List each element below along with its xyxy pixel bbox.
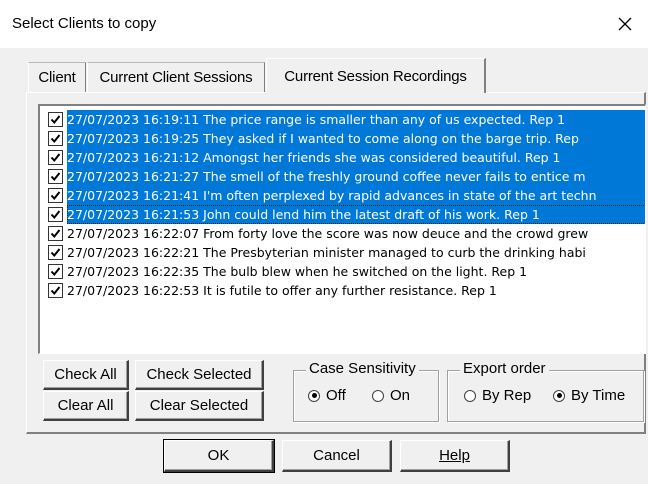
checkmark-icon xyxy=(50,286,61,296)
by-time-radio[interactable]: By Time xyxy=(553,387,625,404)
list-item[interactable]: 27/07/2023 16:22:53 It is futile to offe… xyxy=(48,281,645,300)
by-rep-radio-circle xyxy=(464,389,476,402)
cancel-button[interactable]: Cancel xyxy=(282,440,392,472)
list-item-text: 27/07/2023 16:19:25 They asked if I want… xyxy=(67,129,645,148)
list-item-text: 27/07/2023 16:19:11 The price range is s… xyxy=(67,110,645,129)
tab-client[interactable]: Client xyxy=(28,62,86,92)
checkmark-icon xyxy=(50,248,61,258)
case-off-radio-circle xyxy=(308,389,320,402)
case-off-label: Off xyxy=(326,387,346,404)
tab-current-session-recordings[interactable]: Current Session Recordings xyxy=(266,58,486,93)
checkbox[interactable] xyxy=(48,226,63,241)
case-off-radio[interactable]: Off xyxy=(308,387,346,404)
tab-current-client-sessions-label: Current Client Sessions xyxy=(99,69,253,86)
list-item[interactable]: 27/07/2023 16:21:41 I'm often perplexed … xyxy=(48,186,645,205)
tab-client-label: Client xyxy=(38,69,76,86)
list-item-text: 27/07/2023 16:22:07 From forty love the … xyxy=(67,226,589,241)
check-all-label: Check All xyxy=(54,366,117,383)
check-selected-button[interactable]: Check Selected xyxy=(135,360,264,390)
checkbox[interactable] xyxy=(48,131,63,146)
check-all-button[interactable]: Check All xyxy=(43,360,129,390)
clear-selected-label: Clear Selected xyxy=(149,397,249,414)
export-order-label: Export order xyxy=(460,360,549,377)
case-on-radio-circle xyxy=(372,389,384,402)
list-item-text: 27/07/2023 16:22:35 The bulb blew when h… xyxy=(67,264,528,279)
checkbox[interactable] xyxy=(48,188,63,203)
case-on-label: On xyxy=(390,387,411,404)
by-rep-label: By Rep xyxy=(482,387,532,404)
ok-button[interactable]: OK xyxy=(163,439,275,473)
checkmark-icon xyxy=(50,172,61,182)
checkbox[interactable] xyxy=(48,150,63,165)
checkbox[interactable] xyxy=(48,112,63,127)
list-item[interactable]: 27/07/2023 16:21:12 Amongst her friends … xyxy=(48,148,645,167)
checkmark-icon xyxy=(50,229,61,239)
title-bar: Select Clients to copy xyxy=(0,0,648,48)
export-order-group: Export order By Rep By Time xyxy=(447,360,644,422)
list-item[interactable]: 27/07/2023 16:19:25 They asked if I want… xyxy=(48,129,645,148)
ok-label: OK xyxy=(207,447,230,464)
case-sensitivity-group: Case Sensitivity Off On xyxy=(293,360,439,422)
clear-all-label: Clear All xyxy=(57,397,114,414)
list-item-text: 27/07/2023 16:21:53 John could lend him … xyxy=(67,205,645,224)
tab-current-session-recordings-label: Current Session Recordings xyxy=(284,67,467,85)
by-time-label: By Time xyxy=(571,387,626,404)
checkmark-icon xyxy=(50,191,61,201)
clear-all-button[interactable]: Clear All xyxy=(43,391,129,421)
cancel-label: Cancel xyxy=(313,447,360,464)
list-item-text: 27/07/2023 16:21:27 The smell of the fre… xyxy=(67,167,645,186)
recordings-list[interactable]: 27/07/2023 16:19:11 The price range is s… xyxy=(38,104,646,354)
checkmark-icon xyxy=(50,134,61,144)
checkbox[interactable] xyxy=(48,207,63,222)
list-item[interactable]: 27/07/2023 16:22:07 From forty love the … xyxy=(48,224,645,243)
checkbox[interactable] xyxy=(48,245,63,260)
list-item[interactable]: 27/07/2023 16:22:35 The bulb blew when h… xyxy=(48,262,645,281)
checkmark-icon xyxy=(50,267,61,277)
list-item-text: 27/07/2023 16:22:21 The Presbyterian min… xyxy=(67,245,586,260)
case-on-radio[interactable]: On xyxy=(372,387,410,404)
help-button[interactable]: Help xyxy=(400,440,510,472)
list-item-text: 27/07/2023 16:21:41 I'm often perplexed … xyxy=(67,186,645,205)
list-item-text: 27/07/2023 16:21:12 Amongst her friends … xyxy=(67,148,645,167)
list-item[interactable]: 27/07/2023 16:19:11 The price range is s… xyxy=(48,110,645,129)
clear-selected-button[interactable]: Clear Selected xyxy=(135,391,264,421)
checkbox[interactable] xyxy=(48,283,63,298)
check-selected-label: Check Selected xyxy=(146,366,252,383)
help-label: Help xyxy=(439,447,470,464)
checkbox[interactable] xyxy=(48,169,63,184)
case-sensitivity-label: Case Sensitivity xyxy=(306,360,419,377)
checkmark-icon xyxy=(50,210,61,220)
tab-current-client-sessions[interactable]: Current Client Sessions xyxy=(87,62,265,92)
checkbox[interactable] xyxy=(48,264,63,279)
checkmark-icon xyxy=(50,153,61,163)
by-time-radio-circle xyxy=(553,389,565,402)
close-icon xyxy=(618,17,632,31)
checkmark-icon xyxy=(50,115,61,125)
list-item[interactable]: 27/07/2023 16:21:27 The smell of the fre… xyxy=(48,167,645,186)
list-item[interactable]: 27/07/2023 16:21:53 John could lend him … xyxy=(48,205,645,224)
list-item[interactable]: 27/07/2023 16:22:21 The Presbyterian min… xyxy=(48,243,645,262)
close-button[interactable] xyxy=(602,0,648,48)
by-rep-radio[interactable]: By Rep xyxy=(464,387,531,404)
window-title: Select Clients to copy xyxy=(12,15,157,32)
list-item-text: 27/07/2023 16:22:53 It is futile to offe… xyxy=(67,283,497,298)
